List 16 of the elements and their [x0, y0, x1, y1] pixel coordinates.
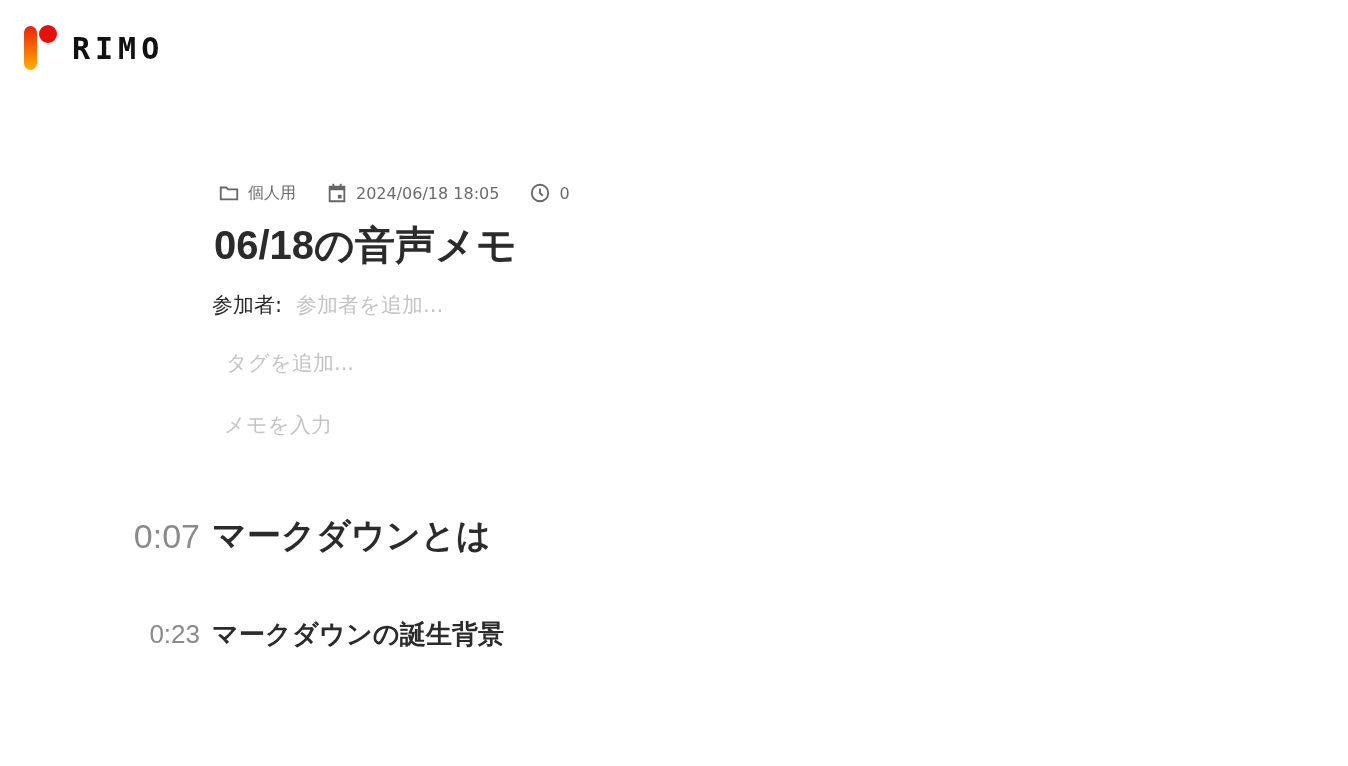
- section-heading: マークダウンとは: [212, 515, 492, 556]
- timestamp[interactable]: 0:07: [133, 516, 200, 556]
- tag-field[interactable]: タグを追加...: [226, 351, 526, 375]
- participants-label: 参加者:: [212, 292, 283, 319]
- memo-title: 06/18の音声メモ: [214, 222, 519, 269]
- section-heading: マークダウンの誕生背景: [212, 618, 505, 651]
- calendar-icon: [326, 182, 348, 204]
- folder-name: 個人用: [248, 182, 296, 204]
- logo-icon: [24, 24, 58, 72]
- clock-icon: [529, 182, 552, 204]
- participants-field[interactable]: 参加者を追加...: [296, 293, 565, 317]
- memo-field[interactable]: メモを入力: [224, 413, 524, 437]
- logo-text: RIMO: [72, 30, 165, 66]
- timestamp[interactable]: 0:23: [149, 619, 200, 650]
- date-text: 2024/06/18 18:05: [356, 183, 500, 203]
- duration-text: 0: [559, 183, 570, 203]
